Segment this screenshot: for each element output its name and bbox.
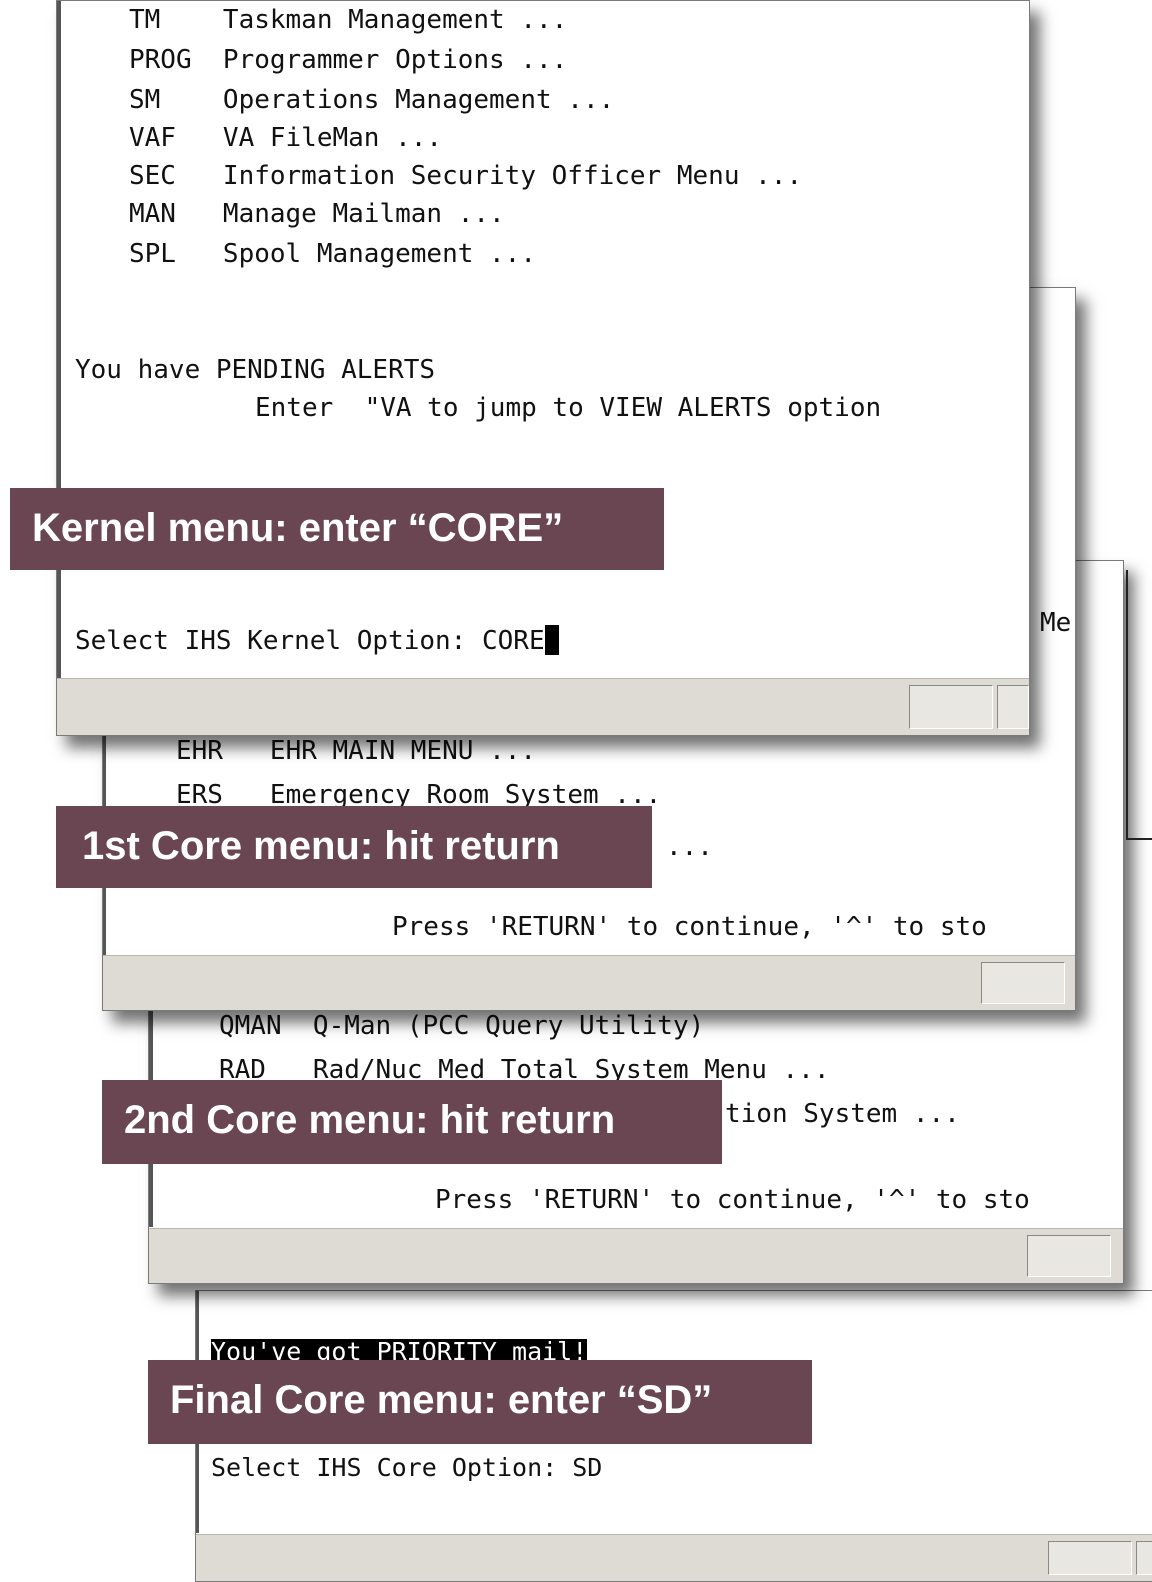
kernel-option-prompt-text: Select IHS Kernel Option: CORE	[75, 626, 545, 656]
view-alerts-hint: Enter "VA to jump to VIEW ALERTS option	[255, 393, 882, 423]
window-edge	[1126, 838, 1152, 840]
terminal-window-kernel: TM Taskman Management ... PROG Programme…	[56, 0, 1030, 736]
pending-alerts-line: You have PENDING ALERTS	[75, 355, 436, 385]
callout-core-menu-2: 2nd Core menu: hit return	[102, 1080, 722, 1164]
menu-line-man: MAN Manage Mailman ...	[129, 199, 505, 229]
menu-line-vaf: VAF VA FileMan ...	[129, 123, 443, 153]
press-return-line: Press 'RETURN' to continue, '^' to sto	[435, 1185, 1030, 1215]
menu-line-qman: QMAN Q-Man (PCC Query Utility)	[219, 1011, 705, 1041]
status-bar	[103, 955, 1075, 1010]
status-panel	[1048, 1541, 1132, 1575]
menu-line-prog: PROG Programmer Options ...	[129, 45, 568, 75]
status-panel	[981, 962, 1065, 1004]
status-bar	[57, 678, 1029, 735]
core-option-prompt[interactable]: Select IHS Core Option: SD	[211, 1455, 602, 1480]
menu-line-spl: SPL Spool Management ...	[129, 239, 536, 269]
status-panel	[909, 685, 993, 729]
menu-line-ehr: EHR EHR MAIN MENU ...	[176, 736, 537, 766]
text-cursor	[544, 625, 559, 655]
terminal-screen: TM Taskman Management ... PROG Programme…	[57, 1, 1029, 679]
callout-final-core-menu: Final Core menu: enter “SD”	[148, 1360, 812, 1444]
callout-kernel-menu: Kernel menu: enter “CORE”	[10, 488, 664, 570]
menu-line-sm: SM Operations Management ...	[129, 85, 615, 115]
menu-line-peek: Me	[1040, 608, 1072, 638]
press-return-line: Press 'RETURN' to continue, '^' to sto	[392, 912, 987, 942]
status-panel	[997, 685, 1029, 729]
menu-line-partial: tion System ...	[725, 1099, 960, 1129]
menu-line-ers: ERS Emergency Room System ...	[176, 780, 662, 810]
status-bar	[149, 1228, 1123, 1283]
status-panel	[1136, 1541, 1152, 1575]
menu-line-sec: SEC Information Security Officer Menu ..…	[129, 161, 803, 191]
window-edge	[1126, 570, 1128, 840]
callout-core-menu-1: 1st Core menu: hit return	[56, 806, 652, 888]
status-panel	[1027, 1235, 1111, 1277]
menu-line-partial: ...	[666, 832, 713, 862]
kernel-option-prompt[interactable]: Select IHS Kernel Option: CORE	[75, 625, 559, 655]
menu-line-tm: TM Taskman Management ...	[129, 5, 568, 35]
